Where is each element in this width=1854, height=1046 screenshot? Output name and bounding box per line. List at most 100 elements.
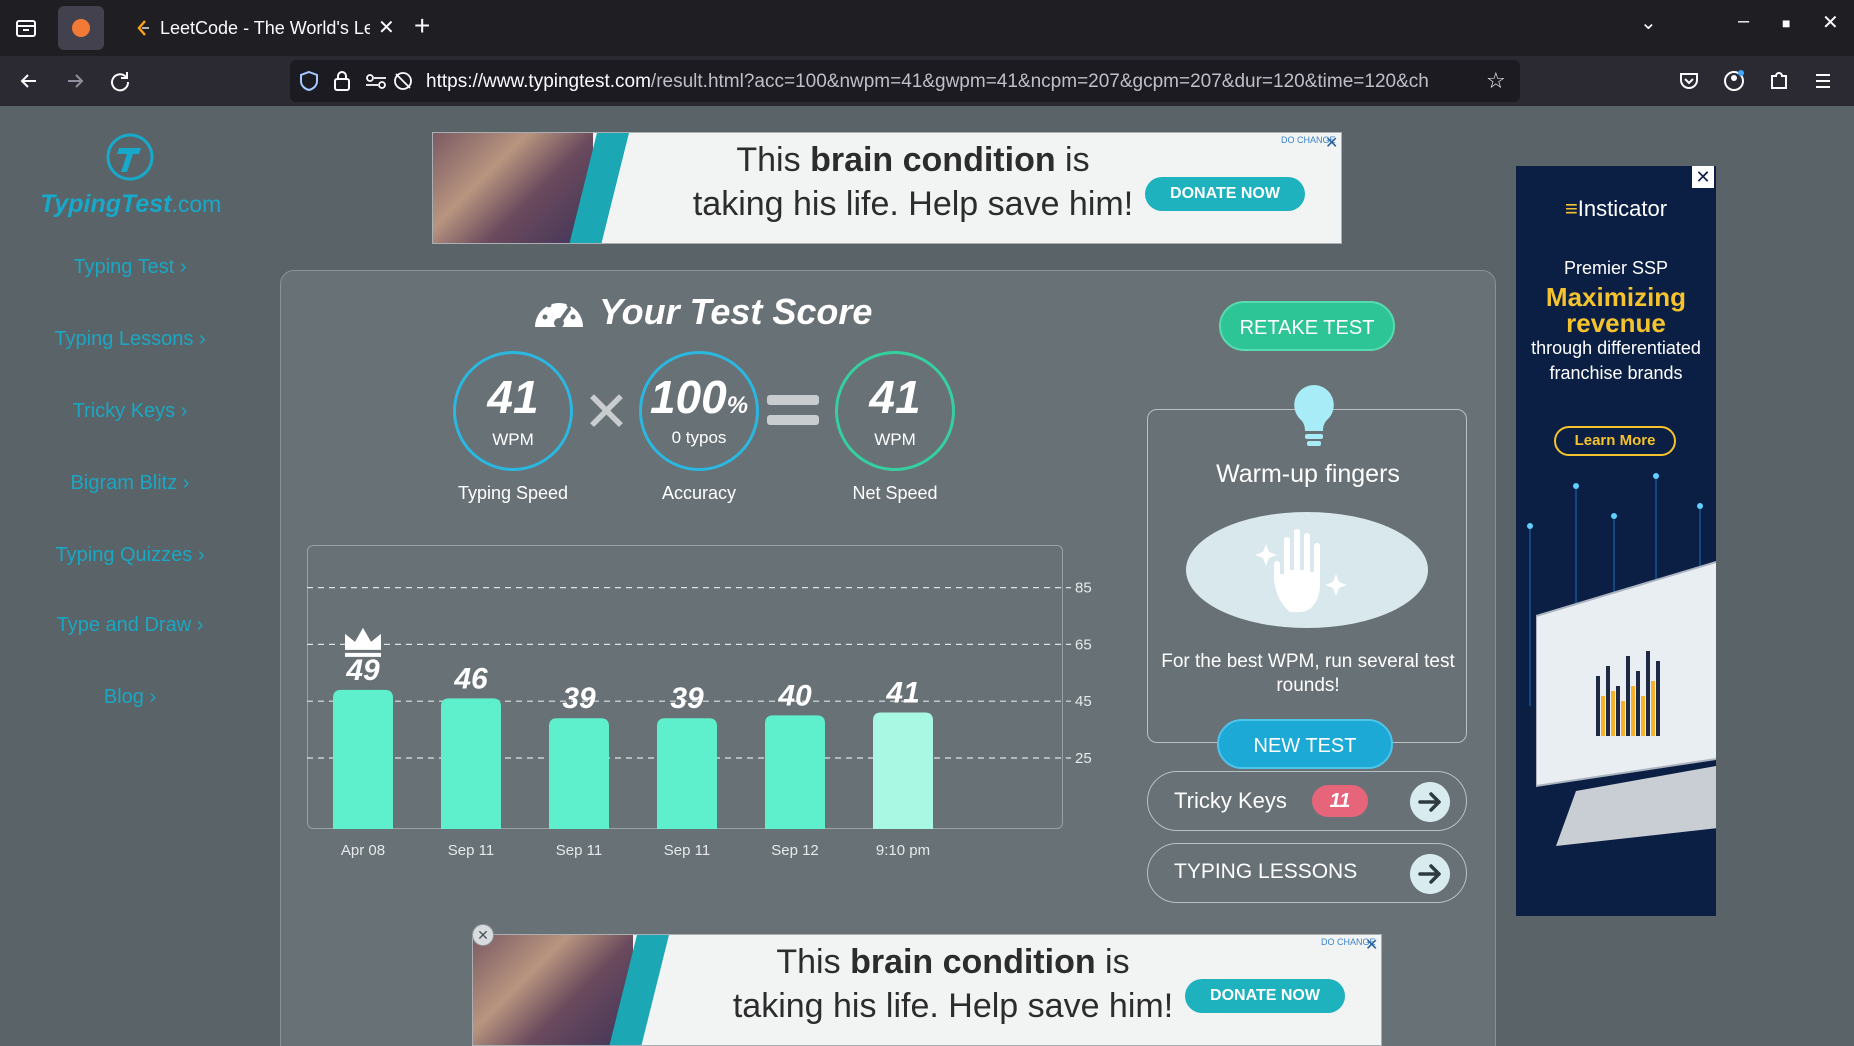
ad-close-icon[interactable]: ✕	[1325, 133, 1338, 153]
sidebar-link-typing-test[interactable]: Typing Test ›	[20, 256, 240, 279]
ad-headline-line2: taking his life. Help save him!	[692, 185, 1134, 223]
ad-headline-line1: This brain condition is	[673, 943, 1233, 982]
tab-leetcode[interactable]: LeetCode - The World's Leading Online Pr…	[112, 6, 402, 50]
tab-pinned[interactable]	[58, 6, 104, 50]
bar	[765, 715, 825, 829]
y-tick-label: 85	[1075, 580, 1092, 597]
wpm-history-chart: 25 45 65 85 49 Apr 08 46 Sep 11 39 Sep 11 39 Sep 11…	[307, 580, 1092, 859]
tab-overflow-chevron-down-icon[interactable]: ⌄	[1640, 10, 1657, 35]
browser-nav-bar: https://www.typingtest.com/result.html?a…	[0, 56, 1854, 106]
browser-tab-bar: LeetCode - The World's Leading Online Pr…	[0, 0, 1854, 56]
net-speed-value: 41	[869, 371, 921, 423]
ad-donate-button[interactable]: DONATE NOW	[1145, 177, 1305, 211]
skyscraper-ad[interactable]: ✕ ≡Insticator Premier SSP Maximizing rev…	[1516, 166, 1716, 916]
sidebar-link-bigram-blitz[interactable]: Bigram Blitz ›	[20, 472, 240, 495]
warm-up-text: For the best WPM, run several test round…	[1161, 651, 1455, 696]
logo-suffix-text: .com	[171, 191, 222, 217]
hamburger-menu-icon[interactable]	[1808, 66, 1838, 96]
logo-main-text: TypingTest	[40, 190, 172, 218]
ad-close-icon[interactable]: ✕	[1692, 166, 1714, 188]
account-icon[interactable]	[1719, 66, 1749, 96]
accuracy-unit: %	[726, 392, 749, 419]
ad-close-icon[interactable]: ✕	[1365, 935, 1378, 955]
accuracy-value-wrap: 100%	[642, 370, 756, 424]
window-close-icon[interactable]: ✕	[1822, 10, 1839, 35]
accuracy-typos: 0 typos	[671, 428, 727, 447]
forward-arrow-icon[interactable]	[60, 66, 90, 96]
sidebar-link-label: Typing Quizzes	[55, 544, 193, 566]
retake-test-button[interactable]: RETAKE TEST	[1219, 301, 1395, 351]
ad-donate-button[interactable]: DONATE NOW	[1185, 979, 1345, 1013]
x-tick-label: Sep 11	[556, 842, 602, 859]
y-tick-label: 45	[1075, 693, 1092, 710]
chevron-right-icon: ›	[182, 472, 190, 494]
ad-dismiss-icon[interactable]: ✕	[472, 924, 494, 946]
ad-photo	[433, 133, 593, 243]
ad-monitor-graphic	[1536, 560, 1716, 846]
banner-ad-top[interactable]: This brain condition is taking his life.…	[432, 132, 1342, 244]
new-tab-icon[interactable]: +	[414, 10, 430, 42]
sidebar-link-label: Type and Draw	[56, 614, 192, 636]
warm-up-card: Warm-up fingers For the best WPM, run se…	[1147, 409, 1467, 743]
banner-ad-bottom[interactable]: This brain condition is taking his life.…	[472, 934, 1382, 1046]
equals-icon	[767, 395, 819, 425]
bar	[873, 712, 933, 829]
chevron-right-icon: ›	[196, 614, 204, 636]
sidebar-link-typing-quizzes[interactable]: Typing Quizzes ›	[20, 544, 240, 567]
chevron-right-icon: ›	[198, 328, 206, 350]
pocket-icon[interactable]	[1674, 66, 1704, 96]
x-tick-label: Sep 12	[771, 842, 819, 859]
lock-icon[interactable]	[332, 70, 352, 92]
bookmark-star-icon[interactable]: ☆	[1486, 68, 1506, 94]
reload-icon[interactable]	[105, 66, 135, 96]
bar-value-label: 39	[562, 682, 596, 715]
sidebar-link-blog[interactable]: Blog ›	[20, 686, 240, 709]
sidebar-link-label: Blog	[103, 686, 144, 708]
hand-illustration	[1186, 512, 1428, 628]
crown-icon	[345, 627, 381, 657]
sidebar-link-typing-lessons[interactable]: Typing Lessons ›	[20, 328, 240, 351]
sidebar-link-label: Typing Lessons	[54, 328, 194, 350]
ad-headline-line1: This brain condition is	[633, 141, 1193, 180]
url-bar[interactable]: https://www.typingtest.com/result.html?a…	[290, 60, 1520, 102]
speedometer-icon	[535, 297, 583, 328]
url-text[interactable]: https://www.typingtest.com/result.html?a…	[426, 71, 1456, 93]
minimize-icon[interactable]: –	[1738, 10, 1749, 33]
back-arrow-icon[interactable]	[14, 66, 44, 96]
typingtest-logo-icon	[106, 133, 154, 181]
new-test-button[interactable]: NEW TEST	[1217, 719, 1393, 769]
tricky-keys-link[interactable]: Tricky Keys 11	[1147, 771, 1467, 831]
extensions-puzzle-icon[interactable]	[1764, 66, 1794, 96]
ad-headline-post: is	[1095, 943, 1130, 981]
bar	[333, 689, 393, 829]
sidebar-link-type-and-draw[interactable]: Type and Draw ›	[20, 614, 240, 637]
sidebar-link-label: Typing Test	[73, 256, 175, 278]
bar	[441, 698, 501, 829]
shield-icon[interactable]	[298, 70, 320, 92]
chevron-right-icon: ›	[197, 544, 205, 566]
url-path: /result.html?acc=100&nwpm=41&gwpm=41&ncp…	[650, 71, 1429, 92]
ad-tagline: Premier SSP	[1563, 258, 1669, 278]
chevron-right-icon: ›	[149, 686, 157, 708]
page-content: TypingTest.com Typing Test › Typing Less…	[0, 106, 1854, 1046]
tab-close-icon[interactable]: ✕	[378, 15, 395, 40]
typing-lessons-label: TYPING LESSONS	[1174, 860, 1358, 883]
net-speed-label: Net Speed	[852, 483, 938, 503]
site-logo[interactable]: TypingTest.com	[40, 132, 222, 222]
ad-learn-more-button[interactable]: Learn More	[1554, 426, 1676, 456]
sidebar-link-tricky-keys[interactable]: Tricky Keys ›	[20, 400, 240, 423]
ad-body: through differentiated franchise brands	[1531, 338, 1701, 383]
insticator-logo-icon: ≡	[1564, 196, 1578, 221]
ad-brand-logo: ≡Insticator	[1516, 196, 1716, 222]
multiply-icon: ✕	[583, 380, 630, 443]
accuracy-circle: 100% 0 typos	[639, 351, 759, 471]
tracking-blocked-icon[interactable]	[392, 70, 414, 92]
typing-lessons-link[interactable]: TYPING LESSONS	[1147, 843, 1467, 903]
maximize-icon[interactable]: ■	[1782, 15, 1790, 31]
ad-headline-post: is	[1055, 141, 1090, 179]
net-speed-unit: WPM	[874, 430, 916, 449]
permissions-icon[interactable]	[364, 70, 388, 92]
bar	[657, 718, 717, 829]
sidebar-link-label: Bigram Blitz	[70, 472, 178, 494]
tab-list-icon[interactable]	[10, 12, 42, 44]
